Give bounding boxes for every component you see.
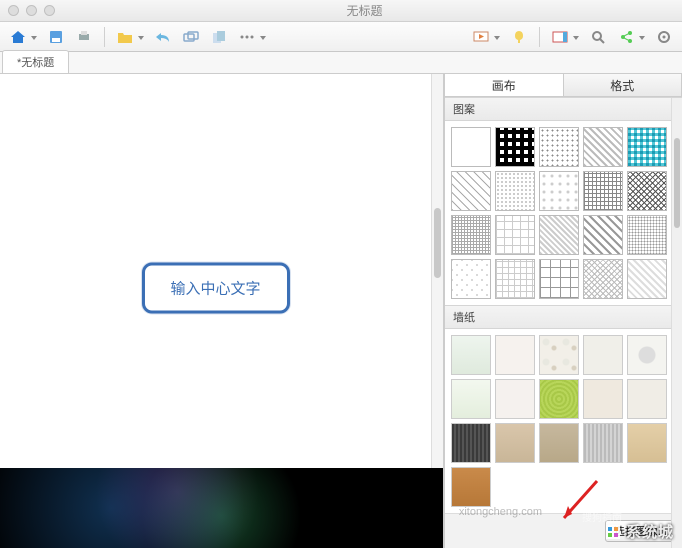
wallpaper-swatch[interactable]: [539, 423, 579, 463]
pattern-swatch[interactable]: [495, 215, 535, 255]
pattern-swatch[interactable]: [627, 259, 667, 299]
undo-button[interactable]: [151, 26, 175, 48]
print-button[interactable]: [72, 26, 96, 48]
window-controls[interactable]: [8, 5, 55, 16]
format-panel-button[interactable]: [548, 26, 572, 48]
pattern-swatch[interactable]: [495, 127, 535, 167]
pattern-swatch[interactable]: [583, 259, 623, 299]
pattern-swatch[interactable]: [539, 127, 579, 167]
settings-button[interactable]: [652, 26, 676, 48]
more-button[interactable]: [235, 26, 259, 48]
pattern-swatch[interactable]: [539, 171, 579, 211]
zoom-window-icon[interactable]: [44, 5, 55, 16]
share-button[interactable]: [614, 26, 638, 48]
pattern-swatch[interactable]: [583, 215, 623, 255]
wallpaper-swatch[interactable]: [583, 423, 623, 463]
pattern-swatch[interactable]: [627, 127, 667, 167]
wallpaper-swatch[interactable]: [451, 423, 491, 463]
window-titlebar: 无标题: [0, 0, 682, 22]
inspector-vertical-scrollbar[interactable]: [671, 98, 682, 548]
pattern-swatch[interactable]: [451, 259, 491, 299]
wallpaper-swatch[interactable]: [451, 379, 491, 419]
wallpaper-swatch[interactable]: [627, 379, 667, 419]
pattern-swatch[interactable]: [627, 171, 667, 211]
pattern-swatch[interactable]: [539, 259, 579, 299]
pattern-swatch[interactable]: [451, 127, 491, 167]
wallpaper-swatch[interactable]: [539, 335, 579, 375]
center-topic-node[interactable]: 输入中心文字: [141, 263, 289, 314]
save-button[interactable]: [44, 26, 68, 48]
inspector-tabs: 画布 格式: [445, 74, 682, 97]
inspector-tab-canvas[interactable]: 画布: [445, 74, 564, 96]
pattern-swatch-grid: [445, 121, 682, 305]
pattern-swatch[interactable]: [627, 215, 667, 255]
wallpaper-swatch[interactable]: [583, 335, 623, 375]
toolbar-separator: [539, 27, 540, 47]
wallpaper-swatch-grid: [445, 329, 682, 513]
present-button[interactable]: [469, 26, 493, 48]
format-inspector: 画布 格式 图案 墙纸: [444, 74, 682, 548]
canvas-vertical-scrollbar[interactable]: [431, 74, 443, 520]
minimize-window-icon[interactable]: [26, 5, 37, 16]
wallpaper-swatch[interactable]: [495, 423, 535, 463]
desktop-background: [0, 468, 443, 548]
redo-button[interactable]: [179, 26, 203, 48]
section-header-wallpaper: 墙纸: [445, 305, 682, 329]
close-window-icon[interactable]: [8, 5, 19, 16]
wallpaper-swatch[interactable]: [495, 379, 535, 419]
copy-button[interactable]: [207, 26, 231, 48]
wallpaper-swatch[interactable]: [495, 335, 535, 375]
open-button[interactable]: [113, 26, 137, 48]
pattern-swatch[interactable]: [583, 127, 623, 167]
wallpaper-swatch[interactable]: [583, 379, 623, 419]
wallpaper-swatch[interactable]: [451, 335, 491, 375]
canvas-area[interactable]: 输入中心文字 画布 1 − 100% + ▾: [0, 74, 444, 548]
wallpaper-swatch[interactable]: [627, 335, 667, 375]
search-button[interactable]: [586, 26, 610, 48]
wallpaper-swatch[interactable]: [451, 467, 491, 507]
pattern-swatch[interactable]: [495, 259, 535, 299]
section-header-pattern: 图案: [445, 97, 682, 121]
window-title: 无标题: [55, 2, 674, 19]
pattern-swatch[interactable]: [495, 171, 535, 211]
pattern-swatch[interactable]: [583, 171, 623, 211]
wallpaper-swatch[interactable]: [539, 379, 579, 419]
home-button[interactable]: [6, 26, 30, 48]
pattern-swatch[interactable]: [451, 171, 491, 211]
watermark-guide: 搜狗指南: [582, 509, 622, 524]
document-tab[interactable]: *无标题: [2, 50, 69, 73]
document-tab-row: *无标题: [0, 52, 682, 74]
pattern-swatch[interactable]: [451, 215, 491, 255]
toolbar-separator: [104, 27, 105, 47]
pattern-swatch[interactable]: [539, 215, 579, 255]
idea-button[interactable]: [507, 26, 531, 48]
inspector-tab-format[interactable]: 格式: [564, 74, 682, 96]
main-toolbar: [0, 22, 682, 52]
wallpaper-swatch[interactable]: [627, 423, 667, 463]
watermark-url: xitongcheng.com: [459, 506, 542, 518]
